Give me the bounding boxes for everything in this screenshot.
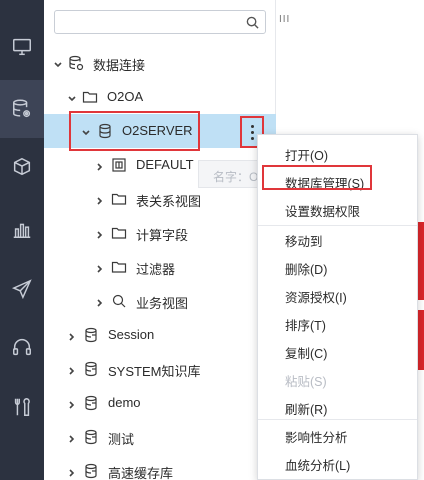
tree-node-session[interactable]: Session	[44, 318, 276, 352]
tree-node-business-view[interactable]: 业务视图	[44, 284, 276, 318]
db-file-icon	[83, 361, 99, 377]
headset-icon[interactable]	[0, 318, 44, 376]
tree-node-label: O2OA	[107, 89, 144, 104]
menu-item-sort[interactable]: 排序(T)	[258, 309, 417, 337]
cubes-icon[interactable]	[0, 138, 44, 196]
tree-node-filters[interactable]: 过滤器	[44, 250, 276, 284]
chevron-right-icon[interactable]	[67, 466, 77, 477]
send-icon[interactable]	[0, 260, 44, 318]
bar-chart-icon[interactable]	[0, 200, 44, 258]
search-icon	[111, 293, 127, 309]
chevron-right-icon[interactable]	[95, 296, 105, 307]
red-strip	[418, 310, 424, 370]
menu-item-impact-analysis[interactable]: 影响性分析	[258, 421, 417, 449]
monitor-icon[interactable]	[0, 18, 44, 76]
chevron-right-icon[interactable]	[67, 432, 77, 443]
tree-node-label: 测试	[108, 432, 135, 447]
search-input[interactable]	[54, 10, 266, 34]
left-nav-rail	[0, 0, 44, 480]
db-file-icon	[83, 395, 99, 411]
tree-node-label: 业务视图	[136, 296, 189, 311]
tree-node-label: demo	[108, 395, 141, 410]
chevron-down-icon[interactable]	[53, 58, 63, 68]
tree-node-test[interactable]: 测试	[44, 420, 276, 454]
table-icon	[111, 157, 127, 173]
folder-icon	[82, 89, 98, 105]
folder-icon	[111, 191, 127, 207]
menu-item-delete[interactable]: 删除(D)	[258, 253, 417, 281]
datasource-tree-panel: 数据连接 O2OA O2SERVER DEFAULT 表关系视图 计算字段 过滤…	[44, 0, 276, 480]
chevron-right-icon[interactable]	[95, 160, 105, 171]
tree-node-label: SYSTEM知识库	[108, 364, 201, 379]
menu-item-refresh[interactable]: 刷新(R)	[258, 393, 417, 421]
tree-node-o2oa[interactable]: O2OA	[44, 80, 276, 114]
tree-node-system-kb[interactable]: SYSTEM知识库	[44, 352, 276, 386]
highlight-box	[262, 165, 372, 190]
tree-node-demo[interactable]: demo	[44, 386, 276, 420]
tree-node-cache-db[interactable]: 高速缓存库	[44, 454, 276, 480]
menu-item-resource-authorization[interactable]: 资源授权(I)	[258, 281, 417, 309]
menu-item-open[interactable]: 打开(O)	[258, 139, 417, 167]
menu-item-lineage-analysis[interactable]: 血统分析(L)	[258, 449, 417, 477]
database-settings-icon	[68, 55, 84, 71]
tree-node-label: 表关系视图	[136, 194, 202, 209]
chevron-right-icon[interactable]	[67, 330, 77, 341]
tree-node-data-connections[interactable]: 数据连接	[44, 46, 276, 80]
search-icon[interactable]	[246, 16, 259, 29]
red-strip	[418, 222, 424, 300]
menu-item-paste: 粘贴(S)	[285, 375, 327, 389]
chevron-down-icon[interactable]	[67, 92, 77, 102]
tree-node-label: 高速缓存库	[108, 466, 174, 480]
folder-icon	[111, 259, 127, 275]
chevron-right-icon[interactable]	[95, 228, 105, 239]
tree-node-computed-fields[interactable]: 计算字段	[44, 216, 276, 250]
menu-item-move-to[interactable]: 移动到	[258, 225, 417, 253]
db-file-icon	[83, 429, 99, 445]
tree-node-label: 数据连接	[93, 58, 146, 73]
tree-node-label: Session	[108, 327, 155, 342]
tree-node-label: 计算字段	[136, 228, 189, 243]
tools-icon[interactable]	[0, 378, 44, 436]
chevron-right-icon[interactable]	[95, 262, 105, 273]
db-file-icon	[83, 463, 99, 479]
chevron-right-icon[interactable]	[67, 398, 77, 409]
tree-node-label: 过滤器	[136, 262, 176, 277]
menu-item-copy[interactable]: 复制(C)	[258, 337, 417, 365]
database-settings-icon[interactable]	[0, 80, 44, 138]
toolbar-grip: III	[279, 14, 291, 25]
chevron-right-icon[interactable]	[67, 364, 77, 375]
chevron-right-icon[interactable]	[95, 194, 105, 205]
db-file-icon	[83, 327, 99, 343]
folder-icon	[111, 225, 127, 241]
tree-node-label: DEFAULT	[136, 157, 194, 172]
menu-item-set-data-permission[interactable]: 设置数据权限	[258, 195, 417, 223]
menu-separator	[258, 419, 417, 420]
highlight-box	[69, 111, 200, 151]
